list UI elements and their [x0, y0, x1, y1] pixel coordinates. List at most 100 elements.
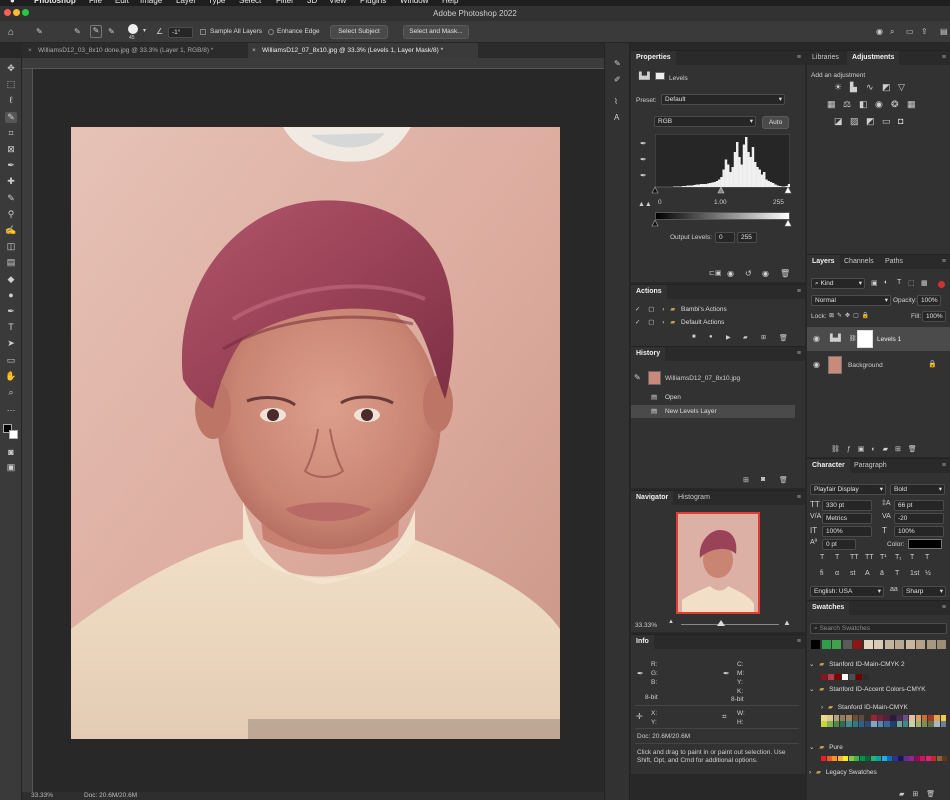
swatch[interactable] [921, 721, 928, 727]
quick-selection-tool-icon[interactable]: ✎ [5, 111, 17, 123]
brush-tool-icon[interactable]: ✎ [5, 193, 17, 204]
panel-menu-icon[interactable]: ≡ [797, 350, 801, 357]
quick-selection-tool-icon[interactable]: ✎ [36, 27, 43, 36]
chevron-right-icon[interactable]: › [809, 769, 811, 776]
dodge-tool-icon[interactable]: ● [5, 290, 17, 301]
output-sliders[interactable] [651, 220, 795, 228]
tab-paths[interactable]: Paths [880, 255, 908, 269]
opentype-button[interactable]: α [835, 570, 839, 577]
text-style-button[interactable]: T [925, 554, 929, 561]
swatch[interactable] [874, 640, 883, 649]
swatch-group-row[interactable]: ⌄ ▰ Stanford ID-Accent Colors-CMYK [809, 683, 926, 696]
tab-libraries[interactable]: Libraries [807, 51, 844, 65]
brushes-icon[interactable]: ✐ [614, 75, 621, 84]
layer-row-background[interactable]: ◉ Background 🔒 [807, 353, 950, 377]
swatch[interactable] [928, 715, 934, 721]
swatch[interactable] [903, 756, 909, 761]
input-black-value[interactable]: 0 [658, 199, 662, 206]
visibility-eye-icon[interactable]: ◉ [813, 360, 820, 369]
swatch[interactable] [934, 721, 940, 727]
panel-menu-icon[interactable]: ≡ [942, 604, 946, 611]
menu-item-image[interactable]: Image [140, 0, 162, 5]
action-set-row[interactable]: ✓ ▢ › ▰ Default Actions [635, 316, 724, 329]
filter-adjustment-icon[interactable]: ◐ [884, 279, 888, 286]
swatch[interactable] [925, 756, 931, 761]
panel-menu-icon[interactable]: ≡ [942, 258, 946, 265]
swatch[interactable] [936, 756, 942, 761]
menu-item-layer[interactable]: Layer [176, 0, 196, 5]
checkmark-icon[interactable]: ✓ [635, 319, 640, 326]
layer-filter-select[interactable]: ⌕ Kind ▾ [811, 278, 865, 289]
font-style-select[interactable]: Bold ▾ [890, 484, 945, 495]
tab-channels[interactable]: Channels [839, 255, 879, 269]
channel-mixer-icon[interactable]: ❂ [891, 99, 899, 110]
swatch[interactable] [909, 721, 915, 727]
swatch[interactable] [937, 640, 946, 649]
swatch[interactable] [833, 721, 840, 727]
action-set-row[interactable]: ✓ ▢ › ▰ Bambi's Actions [635, 303, 727, 316]
swatch[interactable] [848, 756, 854, 761]
lasso-tool-icon[interactable]: ℓ [5, 95, 17, 106]
lock-options-icons[interactable]: ⊠✎✥▢🔒 [829, 312, 872, 319]
chevron-right-icon[interactable]: › [821, 704, 823, 711]
swatch[interactable] [858, 721, 865, 727]
opentype-button[interactable]: 1st [910, 570, 919, 577]
panel-menu-icon[interactable]: ≡ [942, 462, 946, 469]
photo-filter-icon[interactable]: ◉ [875, 99, 883, 110]
tab-layers[interactable]: Layers [807, 255, 840, 269]
rectangle-tool-icon[interactable]: ▭ [5, 355, 17, 366]
zoom-status[interactable]: 33.33% [31, 792, 53, 799]
chevron-down-icon[interactable]: ⌄ [809, 744, 814, 751]
glyphs-icon[interactable]: A [614, 113, 619, 122]
search-swatches-input[interactable]: ⌕ Search Swatches [810, 623, 947, 634]
tab-properties[interactable]: Properties [631, 51, 676, 65]
brightness-contrast-icon[interactable]: ☀ [834, 82, 842, 93]
output-white-slider[interactable] [784, 220, 792, 227]
font-size-input[interactable]: 330 pt [822, 500, 872, 511]
filter-smart-object-icon[interactable]: ▦ [921, 279, 928, 287]
tab-actions[interactable]: Actions [631, 285, 667, 299]
swatch[interactable] [832, 756, 837, 761]
panel-toggle-icon[interactable]: ▤ [940, 27, 948, 36]
clone-stamp-tool-icon[interactable]: ⚲ [5, 209, 17, 220]
tab-history[interactable]: History [631, 347, 666, 361]
tab-histogram[interactable]: Histogram [673, 491, 715, 505]
swatch[interactable] [821, 756, 826, 761]
baseline-shift-input[interactable]: 0 pt [822, 539, 856, 550]
swatch[interactable] [852, 721, 858, 727]
blur-tool-icon[interactable]: ◆ [5, 274, 17, 285]
swatch[interactable] [837, 756, 843, 761]
move-tool-icon[interactable]: ✥ [5, 63, 17, 74]
swatch[interactable] [905, 640, 915, 649]
visibility-eye-icon[interactable]: ◉ [762, 269, 769, 278]
swatch[interactable] [902, 721, 909, 727]
zoom-out-icon[interactable]: ▲ [668, 619, 674, 625]
swatch[interactable] [915, 715, 921, 721]
swatch[interactable] [920, 756, 925, 761]
swatch[interactable] [835, 674, 841, 680]
chevron-right-icon[interactable]: › [662, 306, 664, 313]
eyedropper-tool-icon[interactable]: ✒ [5, 160, 17, 171]
swatch-group-row[interactable]: › ▰ Stanford ID-Main-CMYK [821, 701, 908, 714]
swatch[interactable] [865, 715, 871, 721]
swatch[interactable] [884, 640, 894, 649]
snapshot-thumbnail[interactable] [648, 371, 661, 385]
swatch[interactable] [856, 674, 862, 680]
help-icon[interactable]: ◉ [876, 27, 883, 36]
tab-character[interactable]: Character [807, 459, 850, 473]
share-icon[interactable]: ⇪ [921, 27, 928, 36]
opentype-button[interactable]: fi [820, 570, 824, 577]
zoom-in-icon[interactable]: ▲ [783, 618, 791, 627]
background-color-swatch[interactable] [9, 430, 18, 439]
swatch[interactable] [821, 640, 831, 649]
menu-item-filter[interactable]: Filter [276, 0, 294, 5]
swatch[interactable] [842, 674, 848, 680]
swatch[interactable] [821, 721, 827, 727]
opentype-button[interactable]: A [865, 570, 870, 577]
menu-item-window[interactable]: Window [400, 0, 428, 5]
zoom-tool-icon[interactable]: ⌕ [5, 387, 17, 398]
stop-icon[interactable]: ■ [692, 334, 696, 340]
new-action-icon[interactable]: ⊞ [761, 334, 766, 341]
output-high-input[interactable]: 255 [737, 232, 757, 243]
navigator-thumbnail[interactable] [676, 512, 760, 614]
